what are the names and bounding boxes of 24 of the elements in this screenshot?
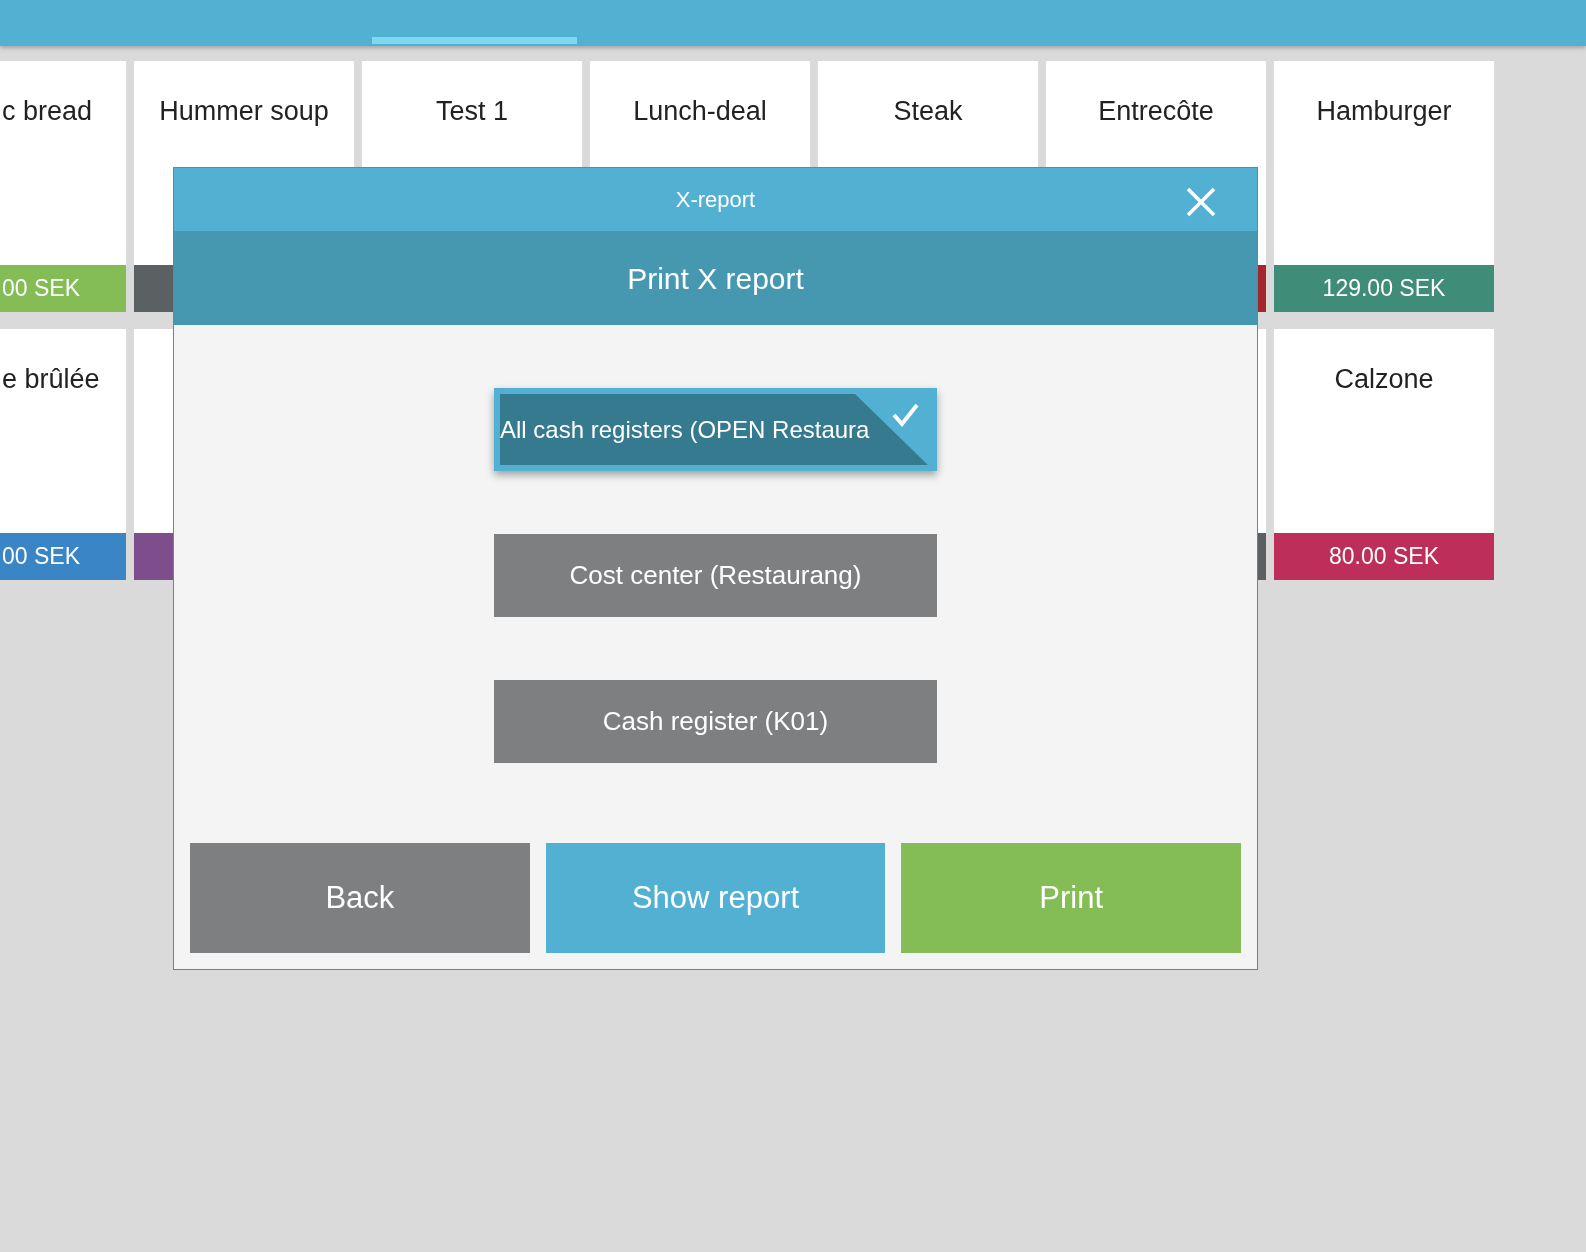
- product-name: Entrecôte: [1097, 95, 1215, 128]
- product-name: Hummer soup: [158, 95, 330, 128]
- price-bar: 129.00 SEK: [1274, 265, 1494, 312]
- price-bar: 80.00 SEK: [1274, 533, 1494, 580]
- product-name: Test 1: [434, 95, 509, 128]
- dialog-heading: Print X report: [174, 231, 1257, 325]
- show-report-button[interactable]: Show report: [545, 843, 886, 953]
- product-name: e brûlée: [1, 363, 101, 396]
- product-name: Calzone: [1333, 363, 1435, 396]
- product-name: Steak: [892, 95, 964, 128]
- option-button[interactable]: All cash registers (OPEN Restaura: [494, 388, 937, 471]
- product-tile[interactable]: c bread 00 SEK: [0, 61, 126, 312]
- product-name: Lunch-deal: [632, 95, 768, 128]
- option-button[interactable]: Cost center (Restaurang): [494, 534, 937, 617]
- price-bar: 00 SEK: [0, 265, 126, 312]
- option-button[interactable]: Cash register (K01): [494, 680, 937, 763]
- product-tile[interactable]: Hamburger 129.00 SEK: [1274, 61, 1494, 312]
- product-name: Hamburger: [1315, 95, 1453, 128]
- back-button[interactable]: Back: [190, 843, 530, 953]
- product-tile[interactable]: Calzone 80.00 SEK: [1274, 329, 1494, 580]
- product-name: c bread: [1, 95, 94, 128]
- product-tile[interactable]: e brûlée 00 SEK: [0, 329, 126, 580]
- dialog-title: X-report: [675, 186, 756, 214]
- price-bar: 00 SEK: [0, 533, 126, 580]
